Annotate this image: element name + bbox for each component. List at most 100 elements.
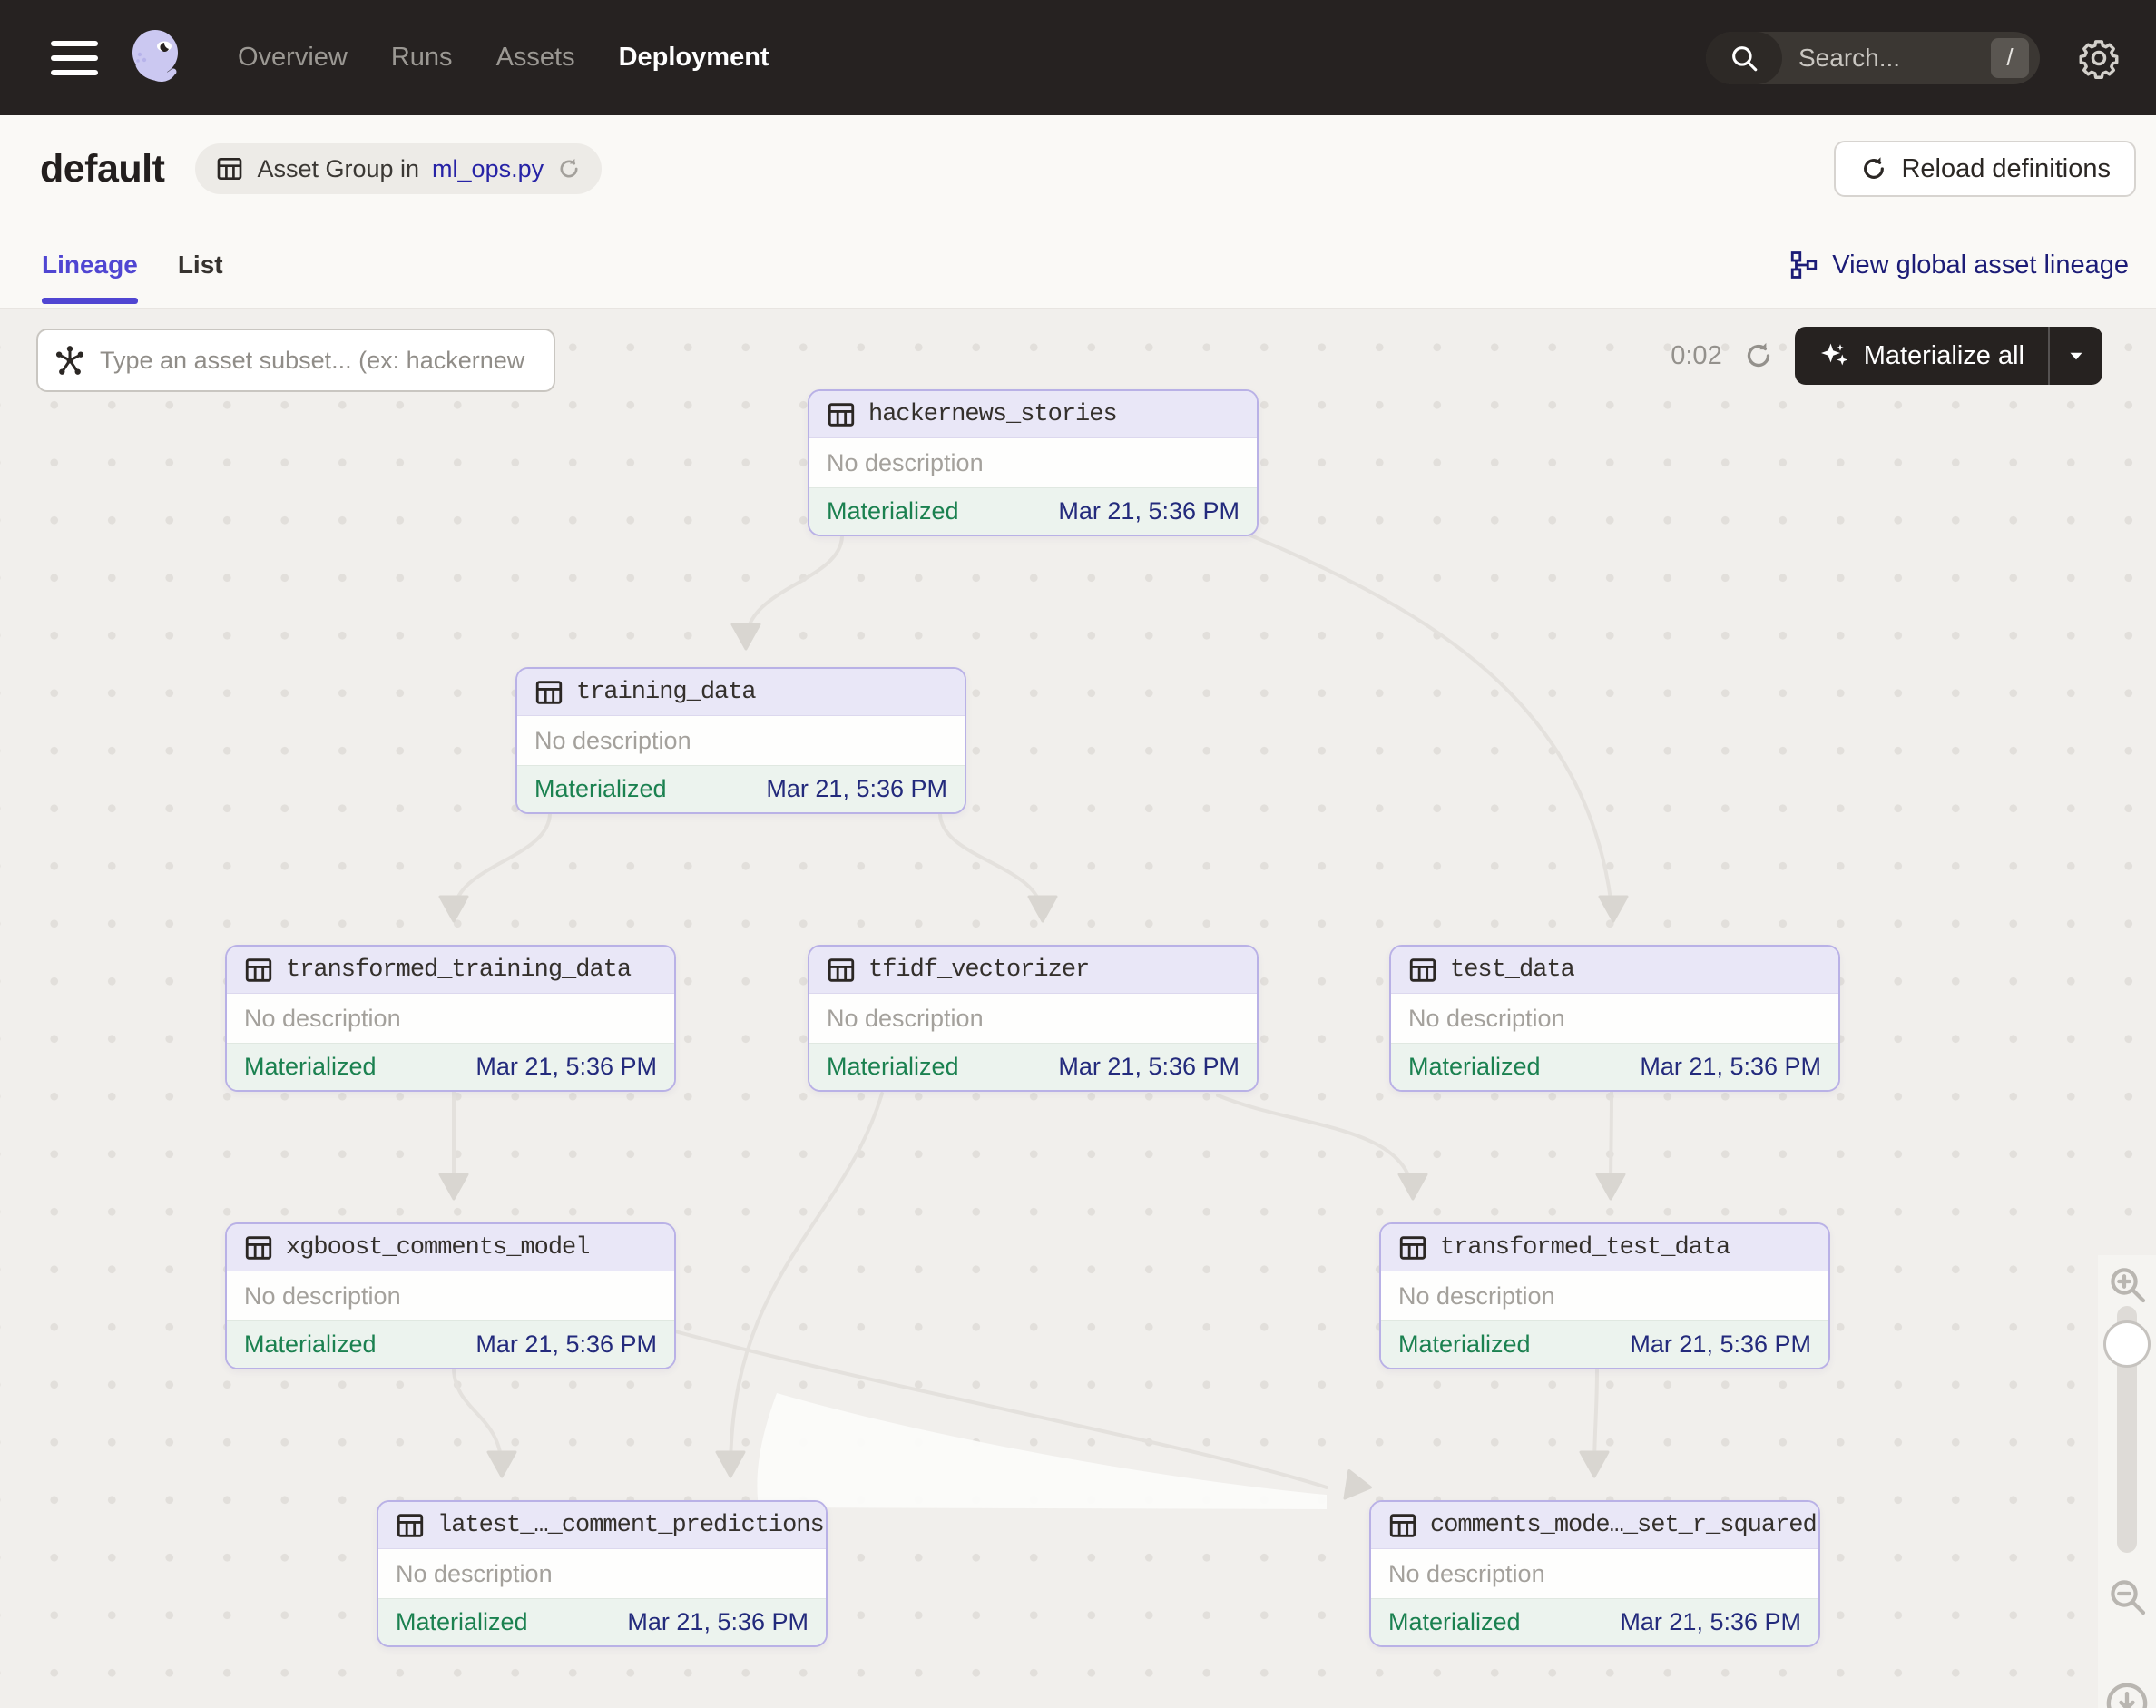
asset-node-latest_-_comment_predictions[interactable]: latest_…_comment_predictions No descript… bbox=[377, 1500, 828, 1647]
zoom-slider-handle[interactable] bbox=[2103, 1320, 2151, 1368]
tabs-bar: Lineage List View global asset lineage bbox=[0, 222, 2156, 309]
asset-node-test_data[interactable]: test_data No description Materialized Ma… bbox=[1389, 945, 1840, 1092]
nav-item-assets[interactable]: Assets bbox=[496, 43, 575, 73]
asset-node-footer: Materialized Mar 21, 5:36 PM bbox=[809, 1043, 1257, 1090]
asset-status: Materialized bbox=[534, 775, 667, 803]
asset-node-comments_mode-_set_r_squared[interactable]: comments_mode…_set_r_squared No descript… bbox=[1369, 1500, 1820, 1647]
reload-definitions-label: Reload definitions bbox=[1901, 154, 2111, 184]
asset-node-footer: Materialized Mar 21, 5:36 PM bbox=[1381, 1320, 1828, 1368]
gear-icon[interactable] bbox=[2078, 37, 2120, 79]
search-placeholder: Search... bbox=[1798, 44, 1991, 73]
asset-name: latest_…_comment_predictions bbox=[437, 1512, 824, 1539]
table-icon bbox=[1407, 955, 1438, 986]
nav-item-deployment[interactable]: Deployment bbox=[619, 43, 769, 73]
asset-name: hackernews_stories bbox=[868, 401, 1117, 428]
asset-node-tfidf_vectorizer[interactable]: tfidf_vectorizer No description Material… bbox=[808, 945, 1259, 1092]
asset-status: Materialized bbox=[244, 1330, 377, 1359]
asset-node-footer: Materialized Mar 21, 5:36 PM bbox=[227, 1320, 674, 1368]
refresh-icon[interactable] bbox=[1742, 339, 1775, 372]
asset-node-transformed_test_data[interactable]: transformed_test_data No description Mat… bbox=[1379, 1222, 1830, 1369]
asset-status: Materialized bbox=[827, 497, 959, 525]
asset-name: transformed_test_data bbox=[1440, 1234, 1730, 1261]
asset-description: No description bbox=[827, 1005, 984, 1033]
asset-node-header: training_data bbox=[517, 669, 965, 716]
asset-node-header: hackernews_stories bbox=[809, 391, 1257, 438]
reload-definitions-button[interactable]: Reload definitions bbox=[1834, 141, 2136, 197]
asset-subset-input[interactable] bbox=[100, 347, 539, 375]
top-navbar: Overview Runs Assets Deployment Search... / bbox=[0, 0, 2156, 115]
asset-name: tfidf_vectorizer bbox=[868, 957, 1089, 984]
table-icon bbox=[1387, 1510, 1418, 1541]
asset-subset-filter[interactable] bbox=[36, 329, 555, 392]
nav-item-overview[interactable]: Overview bbox=[238, 43, 348, 73]
asset-description: No description bbox=[534, 727, 691, 755]
asset-timestamp[interactable]: Mar 21, 5:36 PM bbox=[1058, 1053, 1240, 1081]
asset-status: Materialized bbox=[396, 1608, 528, 1636]
asset-timestamp[interactable]: Mar 21, 5:36 PM bbox=[1620, 1608, 1801, 1636]
search-icon bbox=[1706, 32, 1782, 84]
asset-timestamp[interactable]: Mar 21, 5:36 PM bbox=[1630, 1330, 1811, 1359]
asset-node-footer: Materialized Mar 21, 5:36 PM bbox=[1371, 1598, 1818, 1645]
asset-status: Materialized bbox=[1388, 1608, 1521, 1636]
asset-name: test_data bbox=[1450, 957, 1574, 984]
asset-node-footer: Materialized Mar 21, 5:36 PM bbox=[809, 487, 1257, 535]
materialize-options-dropdown[interactable] bbox=[2050, 327, 2102, 385]
asset-node-header: tfidf_vectorizer bbox=[809, 947, 1257, 994]
asset-node-body: No description bbox=[1381, 1271, 1828, 1320]
asset-node-header: transformed_test_data bbox=[1381, 1224, 1828, 1271]
table-icon bbox=[243, 955, 274, 986]
asset-description: No description bbox=[1388, 1560, 1545, 1588]
asset-timestamp[interactable]: Mar 21, 5:36 PM bbox=[1640, 1053, 1821, 1081]
asset-lineage-canvas[interactable]: hackernews_stories No description Materi… bbox=[0, 309, 2156, 1708]
asset-node-training_data[interactable]: training_data No description Materialize… bbox=[515, 667, 966, 814]
asset-name: training_data bbox=[576, 679, 756, 706]
badge-text: Asset Group in bbox=[257, 155, 419, 183]
download-icon[interactable] bbox=[2103, 1680, 2151, 1708]
asset-node-footer: Materialized Mar 21, 5:36 PM bbox=[227, 1043, 674, 1090]
nav-items: Overview Runs Assets Deployment bbox=[238, 43, 769, 73]
zoom-out-icon[interactable] bbox=[2105, 1575, 2149, 1618]
asset-name: xgboost_comments_model bbox=[286, 1234, 589, 1261]
asset-node-body: No description bbox=[1371, 1549, 1818, 1598]
asset-node-body: No description bbox=[378, 1549, 826, 1598]
refresh-icon[interactable] bbox=[556, 156, 582, 182]
asset-node-hackernews_stories[interactable]: hackernews_stories No description Materi… bbox=[808, 389, 1259, 536]
zoom-panel bbox=[2098, 1255, 2156, 1708]
asset-node-transformed_training_data[interactable]: transformed_training_data No description… bbox=[225, 945, 676, 1092]
badge-file-link[interactable]: ml_ops.py bbox=[432, 155, 544, 183]
asset-node-header: test_data bbox=[1391, 947, 1838, 994]
page-header: default Asset Group in ml_ops.py Reload … bbox=[0, 115, 2156, 222]
materialize-all-label: Materialize all bbox=[1864, 341, 2024, 371]
tab-lineage[interactable]: Lineage bbox=[42, 222, 138, 308]
asset-description: No description bbox=[244, 1005, 401, 1033]
zoom-in-icon[interactable] bbox=[2105, 1262, 2149, 1306]
asset-status: Materialized bbox=[244, 1053, 377, 1081]
asset-timestamp[interactable]: Mar 21, 5:36 PM bbox=[627, 1608, 808, 1636]
asset-timestamp[interactable]: Mar 21, 5:36 PM bbox=[1058, 497, 1240, 525]
asset-timestamp[interactable]: Mar 21, 5:36 PM bbox=[766, 775, 947, 803]
table-icon bbox=[826, 955, 857, 986]
asset-timestamp[interactable]: Mar 21, 5:36 PM bbox=[475, 1330, 657, 1359]
asset-group-badge: Asset Group in ml_ops.py bbox=[195, 143, 602, 194]
asset-description: No description bbox=[827, 449, 984, 477]
asset-timestamp[interactable]: Mar 21, 5:36 PM bbox=[475, 1053, 657, 1081]
nav-item-runs[interactable]: Runs bbox=[391, 43, 453, 73]
table-icon bbox=[534, 677, 564, 708]
asset-node-body: No description bbox=[809, 438, 1257, 487]
table-icon bbox=[1397, 1232, 1428, 1263]
asset-description: No description bbox=[396, 1560, 553, 1588]
asset-node-xgboost_comments_model[interactable]: xgboost_comments_model No description Ma… bbox=[225, 1222, 676, 1369]
hamburger-icon[interactable] bbox=[51, 41, 98, 75]
asset-node-body: No description bbox=[1391, 994, 1838, 1043]
search-input[interactable]: Search... / bbox=[1706, 32, 2040, 84]
caret-down-icon bbox=[2064, 344, 2088, 368]
materialize-all-button[interactable]: Materialize all bbox=[1795, 327, 2102, 385]
refresh-timer: 0:02 bbox=[1671, 341, 1721, 371]
asset-name: transformed_training_data bbox=[286, 957, 631, 984]
asset-status: Materialized bbox=[827, 1053, 959, 1081]
dagster-logo[interactable] bbox=[123, 24, 192, 93]
tab-list[interactable]: List bbox=[178, 222, 223, 308]
asset-node-header: latest_…_comment_predictions bbox=[378, 1502, 826, 1549]
sparkles-icon bbox=[1818, 339, 1851, 372]
view-global-asset-lineage-link[interactable]: View global asset lineage bbox=[1788, 250, 2129, 280]
